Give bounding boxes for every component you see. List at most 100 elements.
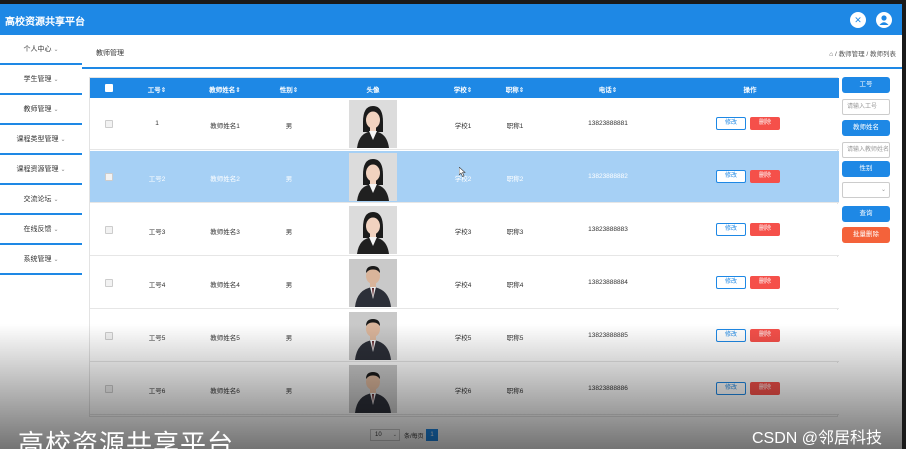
cell-gender: 男 xyxy=(285,282,293,289)
delete-button[interactable]: 删除 xyxy=(750,170,780,183)
delete-button[interactable]: 删除 xyxy=(750,223,780,236)
header-id[interactable]: 工号⇕ xyxy=(140,84,174,94)
sidebar-item-label: 个人中心 xyxy=(23,46,52,53)
sidebar-item-system-management[interactable]: 系统管理 ⌄ xyxy=(0,245,82,275)
cell-phone: 13823888883 xyxy=(588,226,628,233)
table-row[interactable]: 1 教师姓名1 男 学校1 职称1 13823888881 修改 删除 xyxy=(90,98,839,150)
cell-title: 职称5 xyxy=(506,335,524,342)
table-row[interactable]: 工号6 教师姓名6 男 学校6 职称6 13823888886 修改 删除 xyxy=(90,363,839,415)
cell-name: 教师姓名6 xyxy=(210,388,240,395)
cell-phone: 13823888882 xyxy=(588,173,628,180)
cell-id: 1 xyxy=(155,120,159,127)
teacher-avatar xyxy=(349,365,397,413)
user-icon[interactable] xyxy=(876,12,892,28)
teacher-avatar xyxy=(349,312,397,360)
teacher-table: 工号⇕ 教师姓名⇕ 性别⇕ 头像 学校⇕ 职称⇕ 电话⇕ 操作 1 教师姓名1 男学… xyxy=(89,77,839,417)
table-row[interactable]: 工号3 教师姓名3 男 学校3 职称3 13823888883 修改 删除 xyxy=(90,204,839,256)
row-checkbox[interactable] xyxy=(105,173,113,181)
row-checkbox[interactable] xyxy=(105,120,113,128)
row-checkbox[interactable] xyxy=(105,385,113,393)
cell-gender: 男 xyxy=(285,123,293,130)
sidebar-item-teacher-management[interactable]: 教师管理 ⌄ xyxy=(0,95,82,125)
search-button[interactable]: 查询 xyxy=(842,206,890,222)
table-row[interactable]: 工号5 教师姓名5 男 学校5 职称5 13823888885 修改 删除 xyxy=(90,310,839,362)
filter-id-input[interactable]: 请输入工号 xyxy=(842,99,890,115)
row-checkbox[interactable] xyxy=(105,279,113,287)
page-size-text: 条/每页 xyxy=(404,434,424,440)
sidebar-item-course-resource-management[interactable]: 课程资源管理 ⌄ xyxy=(0,155,82,185)
chevron-down-icon: ⌄ xyxy=(392,432,397,438)
delete-button[interactable]: 删除 xyxy=(750,329,780,342)
cell-name: 教师姓名2 xyxy=(210,176,240,183)
filter-id-label: 工号 xyxy=(842,77,890,93)
sidebar-item-forum[interactable]: 交流论坛 ⌄ xyxy=(0,185,82,215)
home-icon[interactable]: ⌂ xyxy=(829,51,833,58)
cell-gender: 男 xyxy=(285,335,293,342)
delete-button[interactable]: 删除 xyxy=(750,117,780,130)
header-avatar: 头像 xyxy=(366,87,380,94)
delete-button[interactable]: 删除 xyxy=(750,382,780,395)
cell-school: 学校4 xyxy=(454,282,472,289)
cell-title: 职称6 xyxy=(506,388,524,395)
sidebar-item-label: 学生管理 xyxy=(23,76,52,83)
cell-id: 工号3 xyxy=(148,229,166,236)
cell-gender: 男 xyxy=(285,176,293,183)
chevron-down-icon: ⌄ xyxy=(53,107,59,113)
filter-gender-select[interactable]: ⌄ xyxy=(842,182,890,198)
filter-name-input[interactable]: 请输入教师姓名 xyxy=(842,142,890,158)
sidebar-item-personal-center[interactable]: 个人中心 ⌄ xyxy=(0,35,82,65)
chevron-down-icon: ⌄ xyxy=(880,187,886,193)
delete-button[interactable]: 删除 xyxy=(750,276,780,289)
sidebar: 个人中心 ⌄ 学生管理 ⌄ 教师管理 ⌄ 课程类型管理 ⌄ 课程资源管理 ⌄ 交… xyxy=(0,35,82,449)
cell-id: 工号6 xyxy=(148,388,166,395)
cell-name: 教师姓名1 xyxy=(210,123,240,130)
table-row[interactable]: 工号2 教师姓名2 男学校2 职称2 13823888882 修改 删除 xyxy=(90,151,839,203)
teacher-avatar xyxy=(349,206,397,254)
cell-school: 学校1 xyxy=(454,123,472,130)
top-bar: 高校资源共享平台 ✕ xyxy=(0,4,902,35)
page-size-select[interactable]: 10 ⌄ xyxy=(370,429,400,441)
edit-button[interactable]: 修改 xyxy=(716,276,746,289)
cell-phone: 13823888886 xyxy=(588,385,628,392)
edit-button[interactable]: 修改 xyxy=(716,117,746,130)
cell-name: 教师姓名5 xyxy=(210,335,240,342)
page-number-current[interactable]: 1 xyxy=(426,429,438,441)
sidebar-item-label: 课程资源管理 xyxy=(16,166,59,173)
chevron-down-icon: ⌄ xyxy=(53,47,59,53)
cell-id: 工号2 xyxy=(148,176,166,183)
sidebar-item-student-management[interactable]: 学生管理 ⌄ xyxy=(0,65,82,95)
batch-delete-button[interactable]: 批量删除 xyxy=(842,227,890,243)
table-row[interactable]: 工号4 教师姓名4 男 学校4 职称4 13823888884 修改 删除 xyxy=(90,257,839,309)
header-action: 操作 xyxy=(743,87,757,94)
fullscreen-icon[interactable]: ✕ xyxy=(850,12,866,28)
app-screen: 高校资源共享平台 ✕ 个人中心 ⌄ 学生管理 ⌄ 教师管理 ⌄ 课程类型管理 ⌄… xyxy=(0,4,902,449)
cell-title: 职称3 xyxy=(506,229,524,236)
mouse-cursor-icon xyxy=(459,167,466,177)
chevron-down-icon: ⌄ xyxy=(60,167,66,173)
cell-phone: 13823888881 xyxy=(588,120,628,127)
video-overlay-title: 高校资源共享平台 xyxy=(18,429,235,449)
header-title[interactable]: 职称⇕ xyxy=(498,84,532,94)
header-gender[interactable]: 性别⇕ xyxy=(272,84,306,94)
cell-gender: 男 xyxy=(285,388,293,395)
select-all-checkbox[interactable] xyxy=(105,84,113,92)
edit-button[interactable]: 修改 xyxy=(716,329,746,342)
edit-button[interactable]: 修改 xyxy=(716,170,746,183)
breadcrumb-bar: 教师管理 ⌂ / 教师管理 / 教师列表 xyxy=(82,35,902,69)
cell-title: 职称4 xyxy=(506,282,524,289)
cell-phone: 13823888884 xyxy=(588,279,628,286)
csdn-watermark: CSDN @邻居科技 xyxy=(752,430,883,447)
edit-button[interactable]: 修改 xyxy=(716,223,746,236)
header-phone[interactable]: 电话⇕ xyxy=(580,84,636,94)
sidebar-item-feedback[interactable]: 在线反馈 ⌄ xyxy=(0,215,82,245)
sidebar-item-label: 交流论坛 xyxy=(23,196,52,203)
row-checkbox[interactable] xyxy=(105,226,113,234)
row-checkbox[interactable] xyxy=(105,332,113,340)
cell-title: 职称1 xyxy=(506,123,524,130)
breadcrumb-path[interactable]: / 教师管理 / 教师列表 xyxy=(835,51,896,58)
chevron-down-icon: ⌄ xyxy=(53,197,59,203)
header-school[interactable]: 学校⇕ xyxy=(446,84,480,94)
sidebar-item-course-type-management[interactable]: 课程类型管理 ⌄ xyxy=(0,125,82,155)
header-name[interactable]: 教师姓名⇕ xyxy=(200,84,250,94)
edit-button[interactable]: 修改 xyxy=(716,382,746,395)
